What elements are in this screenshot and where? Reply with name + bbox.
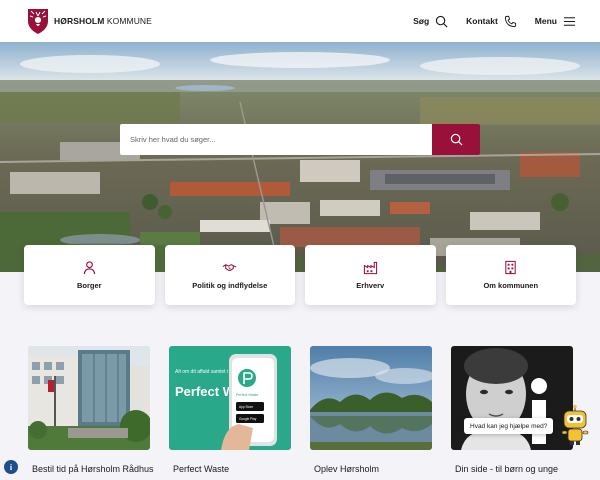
hero-image xyxy=(0,42,600,272)
category-card-borger[interactable]: Borger xyxy=(24,245,155,305)
phone-icon xyxy=(504,15,516,27)
category-card-om-kommunen[interactable]: Om kommunen xyxy=(445,245,576,305)
news-card-raadhus[interactable]: Bestil tid på Hørsholm Rådhus xyxy=(24,340,154,480)
town-hall-photo xyxy=(28,346,150,450)
aerial-town-image xyxy=(0,42,600,272)
info-icon: i xyxy=(9,462,13,472)
google-play-text: Google Play xyxy=(239,417,257,421)
category-label: Om kommunen xyxy=(483,281,539,290)
news-card-din-side[interactable]: Din side - til børn og unge xyxy=(447,340,576,480)
card-image: Alt om dit affald samlet i vores app Per… xyxy=(169,346,291,450)
nav-contact-button[interactable]: Kontakt xyxy=(466,15,517,28)
category-label: Politik og indflydelse xyxy=(192,281,268,290)
brand-name: HØRSHOLM KOMMUNE xyxy=(54,16,152,26)
news-card-title: Oplev Hørsholm xyxy=(314,464,380,474)
site-header: HØRSHOLM KOMMUNE Søg Kontakt Menu xyxy=(0,0,600,42)
category-cards: Borger Politik og indflydelse Erhverv Om… xyxy=(24,245,576,305)
search-bar xyxy=(120,124,480,155)
nav-search-button[interactable]: Søg xyxy=(413,15,448,28)
perfect-waste-promo-image: Alt om dit affald samlet i vores app Per… xyxy=(169,346,291,450)
brand-logo[interactable]: HØRSHOLM KOMMUNE xyxy=(26,7,152,35)
news-card-oplev[interactable]: Oplev Hørsholm xyxy=(306,340,435,480)
hamburger-icon xyxy=(563,16,576,26)
search-icon xyxy=(435,15,448,27)
category-label: Erhverv xyxy=(356,281,385,290)
crest-icon xyxy=(28,9,48,34)
search-icon xyxy=(450,133,462,146)
factory-icon xyxy=(363,261,377,275)
chat-bubble[interactable]: Hvad kan jeg hjælpe med? xyxy=(464,418,554,434)
news-cards: Bestil tid på Hørsholm Rådhus Alt om dit… xyxy=(24,340,576,480)
nav-menu-label: Menu xyxy=(534,16,557,26)
nav-menu-button[interactable]: Menu xyxy=(535,15,576,28)
handshake-icon xyxy=(222,264,237,271)
app-store-text: App Store xyxy=(239,405,253,409)
news-card-title: Bestil tid på Hørsholm Rådhus xyxy=(32,464,154,474)
card-image xyxy=(28,346,150,450)
child-portrait-photo xyxy=(451,346,573,450)
nav-search-label: Søg xyxy=(413,16,430,26)
nav-contact-label: Kontakt xyxy=(466,16,498,26)
building-icon xyxy=(505,260,516,275)
info-button[interactable]: i xyxy=(4,460,18,474)
category-card-erhverv[interactable]: Erhverv xyxy=(305,245,436,305)
chatbot-robot-icon[interactable] xyxy=(560,404,590,446)
person-icon xyxy=(83,261,95,275)
news-card-perfect-waste[interactable]: Alt om dit affald samlet i vores app Per… xyxy=(165,340,294,480)
chat-bubble-text: Hvad kan jeg hjælpe med? xyxy=(470,422,548,430)
card-image xyxy=(310,346,432,450)
news-card-title: Perfect Waste xyxy=(173,464,230,474)
search-submit-button[interactable] xyxy=(432,124,480,155)
search-input[interactable] xyxy=(120,124,432,155)
category-card-politik[interactable]: Politik og indflydelse xyxy=(164,245,295,305)
phone-brand-text: Perfect Waste xyxy=(236,393,258,397)
card-image xyxy=(451,346,573,450)
category-label: Borger xyxy=(76,281,102,290)
news-card-title: Din side - til børn og unge xyxy=(455,464,559,474)
lake-photo xyxy=(310,346,432,450)
main-nav: Søg Kontakt Menu xyxy=(413,15,576,28)
